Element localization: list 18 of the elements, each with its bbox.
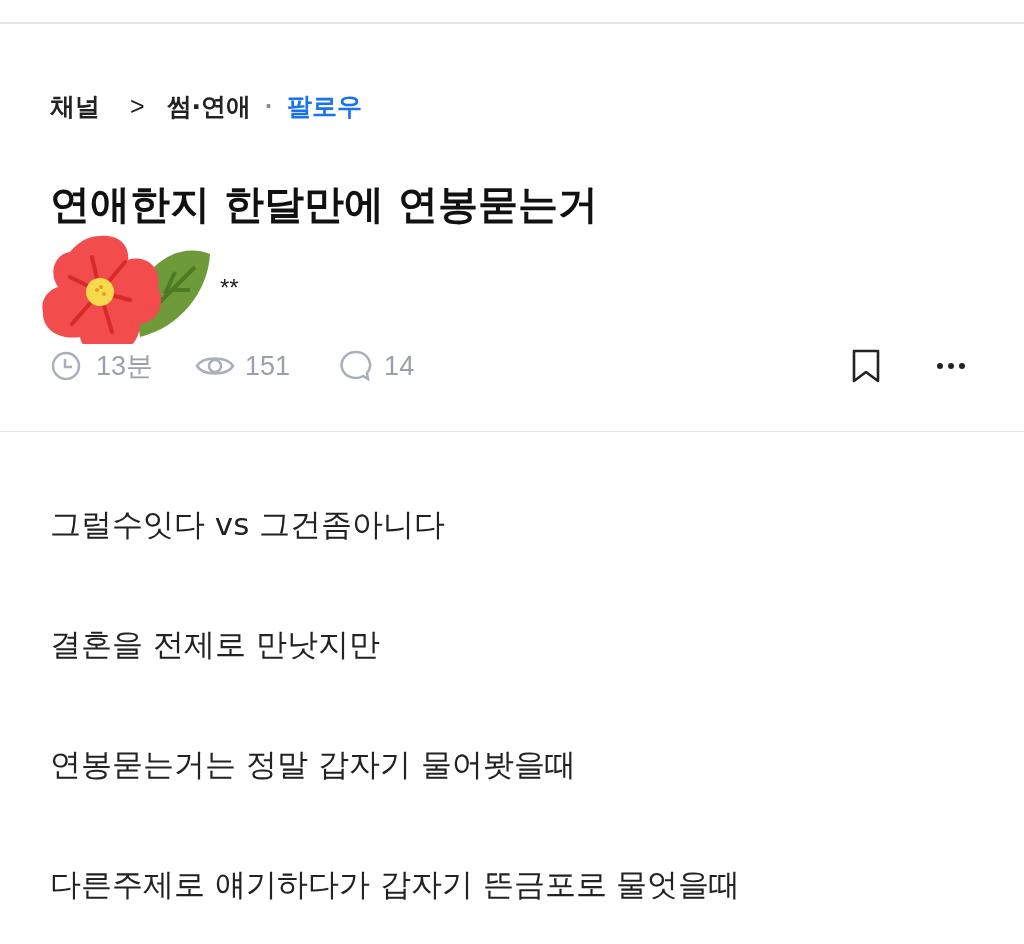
body-paragraph: 결혼을 전제로 만낫지만 <box>50 624 381 664</box>
more-icon <box>936 362 966 371</box>
chevron-separator: > <box>130 91 145 123</box>
body-paragraph: 연봉묻는거는 정말 갑자기 물어봣을때 <box>50 744 577 784</box>
body-paragraph: 그럴수잇다 vs 그건좀아니다 <box>50 504 447 544</box>
clock-icon <box>50 350 82 383</box>
bookmark-icon <box>851 348 881 385</box>
post-title: 연애한지 한달만에 연봉묻는거 <box>50 180 599 229</box>
comment-icon <box>338 349 373 384</box>
dot-separator: · <box>265 91 274 123</box>
view-count: 151 <box>245 350 291 383</box>
post-time: 13분 <box>96 350 154 383</box>
body-paragraph: 다른주제로 얘기하다가 갑자기 뜬금포로 물엇을때 <box>50 864 742 904</box>
channel-link[interactable]: 채널 <box>50 88 100 126</box>
author-name: ** <box>220 273 239 303</box>
follow-link[interactable]: 팔로우 <box>287 88 363 126</box>
category-link[interactable]: 썸·연애 <box>166 88 252 126</box>
comment-count: 14 <box>384 350 415 383</box>
